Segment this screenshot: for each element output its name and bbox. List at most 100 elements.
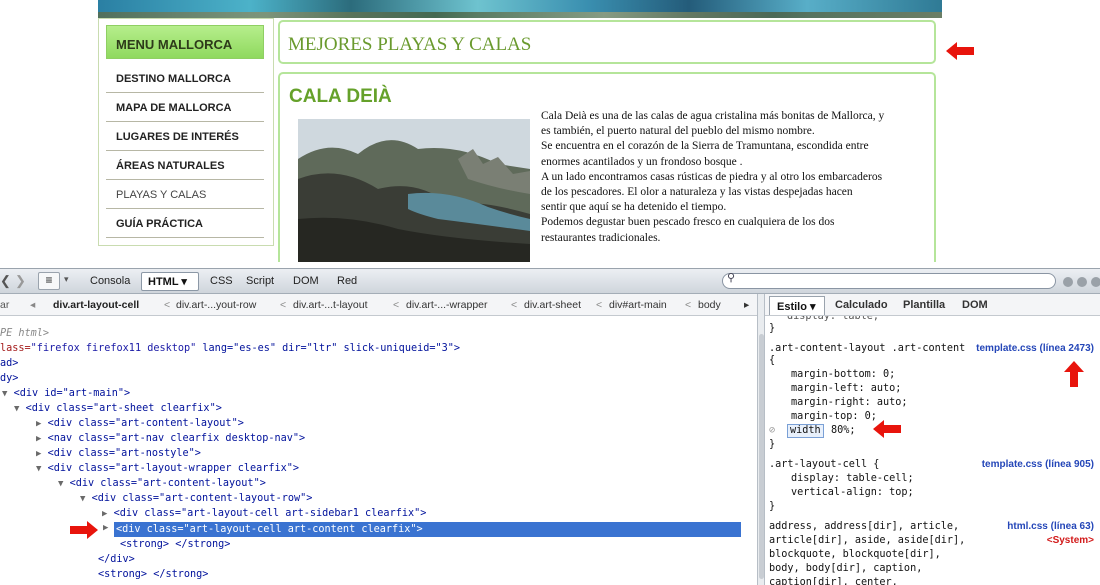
article-line: Podemos degustar buen pescado fresco en … (541, 216, 835, 229)
breadcrumb-item[interactable]: div.art-...t-layout (293, 299, 368, 311)
collapse-triangle-icon[interactable]: ▼ (2, 389, 7, 399)
menu-title: MENU MALLORCA (106, 25, 264, 59)
tab-dom-side[interactable]: DOM (962, 299, 988, 311)
html-breadcrumb: ar ◂ div.art-layout-cell < div.art-...yo… (0, 294, 757, 316)
breadcrumb-item[interactable]: div.art-...yout-row (176, 299, 256, 311)
collapse-triangle-icon[interactable]: ▼ (80, 494, 85, 504)
expand-triangle-icon[interactable]: ▶ (36, 434, 41, 444)
tab-plantilla[interactable]: Plantilla (903, 299, 945, 311)
css-property[interactable]: margin-top: 0; (791, 410, 877, 424)
css-source-link[interactable]: template.css (línea 905) (982, 458, 1094, 472)
breadcrumb-separator: < (685, 299, 692, 311)
menu-item-mapa[interactable]: MAPA DE MALLORCA (106, 93, 264, 122)
menu-item-areas[interactable]: ÁREAS NATURALES (106, 151, 264, 180)
tree-node[interactable]: ▼ <div class="art-layout-wrapper clearfi… (36, 461, 299, 476)
tree-node[interactable]: ▼ <div class="art-sheet clearfix"> (14, 401, 222, 416)
detach-icon[interactable] (1077, 277, 1087, 287)
breadcrumb-scroll-right-icon[interactable]: ▸ (744, 299, 749, 311)
red-arrow-right-icon (70, 521, 98, 539)
css-property-width-value[interactable]: 80%; (831, 424, 856, 438)
tree-node[interactable]: ▼ <div id="art-main"> (2, 386, 130, 401)
menu-item-playas[interactable]: PLAYAS Y CALAS (106, 180, 264, 209)
tree-node[interactable]: PE html> (0, 326, 49, 341)
tree-node[interactable]: ▶ <nav class="art-nav clearfix desktop-n… (36, 431, 305, 446)
collapse-triangle-icon[interactable]: ▼ (14, 404, 19, 414)
menu-item-destino[interactable]: DESTINO MALLORCA (106, 64, 264, 93)
tree-node[interactable]: ▶ <div class="art-content-layout"> (36, 416, 244, 431)
css-selector[interactable]: caption[dir], center, (769, 576, 898, 585)
tree-node[interactable]: <strong> </strong> (98, 567, 208, 582)
scrollbar-thumb[interactable] (759, 334, 764, 579)
tree-node[interactable]: ad> (0, 356, 18, 371)
node-label: <nav class="art-nav clearfix desktop-nav… (47, 433, 306, 444)
breadcrumb-item[interactable]: div.art-layout-cell (53, 299, 139, 311)
article-line: Cala Deià es una de las calas de agua cr… (541, 110, 885, 122)
breadcrumb-item[interactable]: div.art-sheet (524, 299, 581, 311)
css-selector[interactable]: .art-content-layout .art-content (769, 342, 965, 356)
dropdown-arrow-icon[interactable]: ▾ (64, 274, 69, 285)
disable-property-icon[interactable]: ⊘ (769, 424, 775, 438)
css-selector[interactable]: .art-layout-cell { (769, 458, 879, 472)
expand-triangle-icon[interactable]: ▶ (36, 449, 41, 459)
breadcrumb-item[interactable]: div#art-main (609, 299, 667, 311)
tree-node[interactable]: ▶ <div class="art-layout-cell art-sideba… (102, 506, 426, 521)
css-selector[interactable]: address, address[dir], article, (769, 520, 959, 534)
tab-html[interactable]: HTML ▾ (141, 272, 199, 291)
sidebar-menu: MENU MALLORCA DESTINO MALLORCA MAPA DE M… (98, 18, 274, 246)
article-line: sentir que aquí se ha detenido el tiempo… (541, 201, 727, 214)
menu-item-lugares[interactable]: LUGARES DE INTERÉS (106, 122, 264, 151)
css-property[interactable]: vertical-align: top; (791, 486, 914, 500)
css-property[interactable]: margin-left: auto; (791, 382, 901, 396)
expand-triangle-icon[interactable]: ▶ (102, 509, 107, 519)
tab-consola[interactable]: Consola (90, 275, 130, 287)
css-property[interactable]: display: table; (787, 316, 879, 324)
tab-script[interactable]: Script (246, 275, 274, 287)
tree-node[interactable]: dy> (0, 371, 18, 386)
close-icon[interactable] (1091, 277, 1100, 287)
tab-estilo[interactable]: Estilo ▾ (769, 296, 825, 315)
breadcrumb-scroll-left-icon[interactable]: ◂ (30, 299, 35, 311)
css-selector[interactable]: article[dir], aside, aside[dir], (769, 534, 965, 548)
node-label: <div class="art-content-layout-row"> (91, 493, 313, 504)
css-property[interactable]: display: table-cell; (791, 472, 914, 486)
css-source-link[interactable]: html.css (línea 63) (1007, 520, 1094, 534)
tree-node[interactable]: </div> (98, 552, 135, 567)
breadcrumb-item[interactable]: body (698, 299, 721, 311)
tab-dom[interactable]: DOM (293, 275, 319, 287)
menu-item-guia[interactable]: GUÍA PRÁCTICA (106, 209, 264, 238)
css-brace: } (769, 501, 776, 512)
css-source-link[interactable]: template.css (línea 2473) (976, 342, 1094, 356)
tree-node[interactable]: ▼ <div class="art-content-layout"> (58, 476, 266, 491)
tree-node[interactable]: <strong> </strong> (120, 537, 230, 552)
list-menu-icon[interactable]: ≡ (38, 272, 60, 290)
collapse-triangle-icon[interactable]: ▼ (58, 479, 63, 489)
article-line: A un lado encontramos casas rústicas de … (541, 170, 883, 183)
css-property[interactable]: margin-right: auto; (791, 396, 908, 410)
page-title: MEJORES PLAYAS Y CALAS (288, 34, 532, 55)
article-line: Se encuentra en el corazón de la Sierra … (541, 140, 869, 153)
back-arrow-icon[interactable]: ❮ (0, 273, 11, 289)
tab-css[interactable]: CSS (210, 275, 233, 287)
search-icon: ⚲ (727, 272, 736, 284)
tree-node[interactable]: ▶ <div class="art-nostyle"> (36, 446, 201, 461)
css-property[interactable]: margin-bottom: 0; (791, 368, 895, 382)
tab-red[interactable]: Red (337, 275, 357, 287)
css-property-width-name[interactable]: width (787, 424, 824, 438)
minimize-icon[interactable] (1063, 277, 1073, 287)
tree-node[interactable]: lass="firefox firefox11 desktop" lang="e… (0, 341, 460, 356)
tab-calculado[interactable]: Calculado (835, 299, 888, 311)
panel-splitter[interactable] (757, 294, 765, 585)
search-input[interactable]: ⚲ (722, 272, 1056, 289)
tree-node[interactable]: ▼ <div class="art-content-layout-row"> (80, 491, 312, 506)
css-selector[interactable]: body, body[dir], caption, (769, 562, 922, 576)
collapse-triangle-icon[interactable]: ▼ (36, 464, 41, 474)
side-panel-tabs: Estilo ▾ Calculado Plantilla DOM (765, 294, 1100, 316)
expand-triangle-icon[interactable]: ▶ (36, 419, 41, 429)
breadcrumb-item[interactable]: div.art-...-wrapper (406, 299, 488, 311)
forward-arrow-icon[interactable]: ❯ (15, 273, 26, 289)
css-selector[interactable]: blockquote, blockquote[dir], (769, 548, 941, 562)
selected-tree-row[interactable]: <div class="art-layout-cell art-content … (114, 522, 741, 537)
expand-triangle-icon[interactable]: ▶ (103, 521, 108, 536)
webpage-preview: MENU MALLORCA DESTINO MALLORCA MAPA DE M… (0, 0, 1100, 262)
breadcrumb-separator: < (393, 299, 400, 311)
